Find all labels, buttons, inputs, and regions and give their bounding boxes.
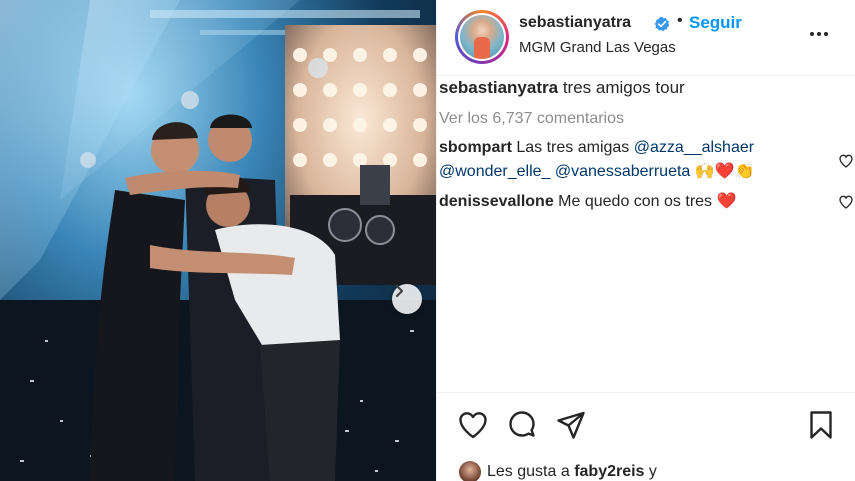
comment-item: sbompart Las tres amigas @azza__alshaer … [439,136,829,184]
comment-mention[interactable]: @wonder_elle_ [439,163,550,180]
comment-username[interactable]: sbompart [439,139,512,156]
liker-username[interactable]: faby2reis [574,463,644,481]
likes-summary: Les gusta a faby2reis y [459,461,657,481]
next-photo-button[interactable] [392,284,422,314]
post-caption: sebastianyatra tres amigos tour [439,78,685,98]
verified-badge-icon [654,16,670,32]
avatar-image [460,15,504,59]
chevron-right-icon [395,284,404,298]
paper-plane-icon[interactable] [555,409,587,441]
comment-mention[interactable]: @azza__alshaer [634,139,754,156]
heart-icon[interactable] [457,409,489,441]
comment-like-heart-icon[interactable] [838,194,854,210]
follow-button[interactable]: Seguir [689,13,742,33]
author-avatar[interactable] [455,10,509,64]
comment-like-heart-icon[interactable] [838,153,854,169]
comment-username[interactable]: denissevallone [439,193,554,210]
concert-photo-illustration [0,0,436,481]
post-detail-panel: sebastianyatra • Seguir MGM Grand Las Ve… [436,0,855,481]
comment-bubble-icon[interactable] [506,409,538,441]
comment-text: Me quedo con os tres [558,193,713,210]
view-all-comments-link[interactable]: Ver los 6,737 comentarios [439,110,624,128]
post-location[interactable]: MGM Grand Las Vegas [519,39,676,56]
comment-emoji: ❤️ [716,193,737,210]
liker-avatar[interactable] [459,461,481,481]
comment-emoji: 🙌❤️👏 [694,163,755,180]
bookmark-icon[interactable] [805,409,837,441]
more-options-icon[interactable] [807,22,831,46]
caption-text: tres amigos tour [562,78,685,97]
post-photo[interactable] [0,0,436,481]
comment-mention[interactable]: @vanessaberrueta [555,163,690,180]
caption-username[interactable]: sebastianyatra [439,78,558,97]
author-username[interactable]: sebastianyatra [519,14,631,32]
header-separator: • [677,12,683,29]
post-header: sebastianyatra • Seguir MGM Grand Las Ve… [437,0,855,76]
comment-text: Las tres amigas [516,139,630,156]
post-actions-bar [437,392,855,452]
likes-prefix: Les gusta a [487,463,570,480]
likes-suffix: y [648,463,657,480]
comment-item: denissevallone Me quedo con os tres ❤️ [439,190,829,214]
